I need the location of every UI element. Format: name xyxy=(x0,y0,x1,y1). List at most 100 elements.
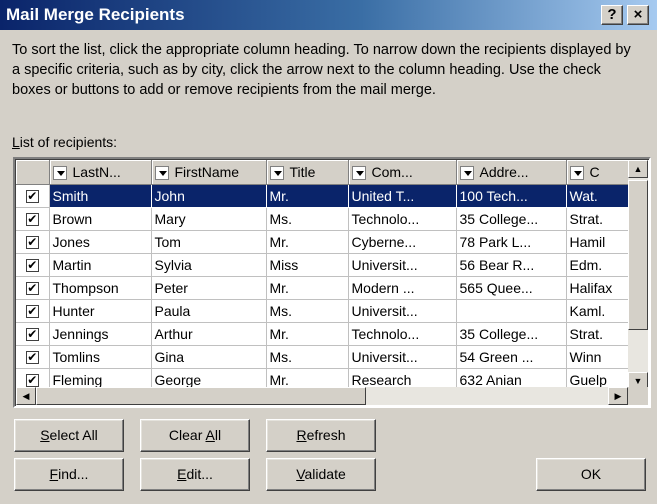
cell-city[interactable]: Edm. xyxy=(566,253,628,277)
cell-title[interactable]: Ms. xyxy=(266,299,349,323)
cell-city[interactable]: Strat. xyxy=(566,322,628,346)
row-checkbox[interactable]: ✔ xyxy=(25,258,39,273)
cell-last-name[interactable]: Smith xyxy=(49,184,152,208)
row-checkbox-cell: ✔ xyxy=(16,207,50,231)
cell-first-name[interactable]: Arthur xyxy=(151,322,267,346)
column-header-company[interactable]: Com... xyxy=(348,160,457,185)
row-checkbox[interactable]: ✔ xyxy=(25,328,39,342)
row-checkbox[interactable]: ✔ xyxy=(25,373,39,388)
row-checkbox[interactable]: ✔ xyxy=(25,213,39,227)
cell-last-name[interactable]: Hunter xyxy=(49,299,152,323)
cell-address[interactable] xyxy=(456,299,567,323)
chevron-down-icon[interactable] xyxy=(154,165,169,180)
cell-first-name[interactable]: Mary xyxy=(151,207,267,231)
table-row[interactable]: ✔ Brown Mary Ms. Technolo... 35 College... Str… xyxy=(16,207,628,231)
refresh-button[interactable]: Refresh xyxy=(266,419,376,452)
table-row[interactable]: ✔ Tomlins Gina Ms. Universit... 54 Green ... W… xyxy=(16,345,628,369)
row-checkbox[interactable]: ✔ xyxy=(25,350,39,365)
table-row[interactable]: ✔ Jones Tom Mr. Cyberne... 78 Park L... Hamil xyxy=(16,230,628,254)
row-checkbox[interactable]: ✔ xyxy=(25,305,39,319)
column-header-city[interactable]: C xyxy=(566,160,628,185)
chevron-down-icon[interactable] xyxy=(569,165,584,180)
table-row[interactable]: ✔ Thompson Peter Mr. Modern ... 565 Quee... Ha… xyxy=(16,276,628,300)
cell-city[interactable]: Strat. xyxy=(566,207,628,231)
cell-last-name[interactable]: Jennings xyxy=(49,322,152,346)
cell-last-name[interactable]: Brown xyxy=(49,207,152,231)
cell-company[interactable]: Technolo... xyxy=(348,207,457,231)
cell-first-name[interactable]: Sylvia xyxy=(151,253,267,277)
cell-first-name[interactable]: Gina xyxy=(151,345,267,369)
ok-button[interactable]: OK xyxy=(536,458,646,491)
cell-company[interactable]: United T... xyxy=(348,184,457,208)
edit-button[interactable]: Edit... xyxy=(140,458,250,491)
check-icon: ✔ xyxy=(27,350,38,365)
row-checkbox[interactable]: ✔ xyxy=(25,236,39,250)
cell-title[interactable]: Ms. xyxy=(266,345,349,369)
cell-city[interactable]: Kaml. xyxy=(566,299,628,323)
column-header-label: FirstName xyxy=(174,163,240,180)
cell-address[interactable]: 35 College... xyxy=(456,322,567,346)
cell-title[interactable]: Mr. xyxy=(266,184,349,208)
recipients-grid[interactable]: LastN... FirstName Title Com... Addre... C ✔ S… xyxy=(13,157,651,408)
help-button[interactable]: ? xyxy=(601,5,623,25)
cell-last-name[interactable]: Jones xyxy=(49,230,152,254)
cell-address[interactable]: 56 Bear R... xyxy=(456,253,567,277)
table-row[interactable]: ✔ Hunter Paula Ms. Universit... Kaml. xyxy=(16,299,628,323)
cell-address[interactable]: 565 Quee... xyxy=(456,276,567,300)
cell-title[interactable]: Mr. xyxy=(266,322,349,346)
cell-first-name[interactable]: Paula xyxy=(151,299,267,323)
cell-company[interactable]: Universit... xyxy=(348,345,457,369)
table-row[interactable]: ✔ Martin Sylvia Miss Universit... 56 Bear R..… xyxy=(16,253,628,277)
column-header-title[interactable]: Title xyxy=(266,160,349,185)
cell-city[interactable]: Wat. xyxy=(566,184,628,208)
chevron-down-icon[interactable] xyxy=(52,165,67,180)
cell-address[interactable]: 54 Green ... xyxy=(456,345,567,369)
column-header-first-name[interactable]: FirstName xyxy=(151,160,267,185)
chevron-down-icon[interactable] xyxy=(459,165,474,180)
cell-city[interactable]: Hamil xyxy=(566,230,628,254)
cell-address[interactable]: 100 Tech... xyxy=(456,184,567,208)
cell-company[interactable]: Universit... xyxy=(348,253,457,277)
find-button[interactable]: Find... xyxy=(14,458,124,491)
chevron-down-icon[interactable] xyxy=(351,165,366,180)
scroll-up-button[interactable]: ▲ xyxy=(628,160,648,178)
close-button[interactable]: × xyxy=(627,5,649,25)
cell-title[interactable]: Mr. xyxy=(266,230,349,254)
check-icon: ✔ xyxy=(27,258,38,273)
scroll-right-button[interactable]: ▶ xyxy=(608,387,628,405)
vertical-scroll-thumb[interactable] xyxy=(628,180,648,330)
cell-company[interactable]: Universit... xyxy=(348,299,457,323)
cell-company[interactable]: Modern ... xyxy=(348,276,457,300)
table-row[interactable]: ✔ Jennings Arthur Mr. Technolo... 35 College.… xyxy=(16,322,628,346)
cell-title[interactable]: Ms. xyxy=(266,207,349,231)
row-checkbox[interactable]: ✔ xyxy=(25,282,39,296)
column-header-last-name[interactable]: LastN... xyxy=(49,160,152,185)
cell-address[interactable]: 78 Park L... xyxy=(456,230,567,254)
chevron-down-icon[interactable] xyxy=(269,165,284,180)
cell-address[interactable]: 35 College... xyxy=(456,207,567,231)
cell-city[interactable]: Winn xyxy=(566,345,628,369)
validate-button[interactable]: Validate xyxy=(266,458,376,491)
select-all-button[interactable]: Select All xyxy=(14,419,124,452)
row-checkbox[interactable]: ✔ xyxy=(25,190,39,204)
cell-last-name[interactable]: Thompson xyxy=(49,276,152,300)
row-checkbox-cell: ✔ xyxy=(16,230,50,254)
table-row[interactable]: ✔ Smith John Mr. United T... 100 Tech... Wat. xyxy=(16,184,628,208)
horizontal-scrollbar[interactable]: ◀ ▶ xyxy=(16,387,628,405)
check-icon: ✔ xyxy=(27,373,38,388)
cell-company[interactable]: Technolo... xyxy=(348,322,457,346)
clear-all-button[interactable]: Clear All xyxy=(140,419,250,452)
column-header-address[interactable]: Addre... xyxy=(456,160,567,185)
cell-last-name[interactable]: Martin xyxy=(49,253,152,277)
cell-city[interactable]: Halifax xyxy=(566,276,628,300)
cell-title[interactable]: Mr. xyxy=(266,276,349,300)
cell-first-name[interactable]: Peter xyxy=(151,276,267,300)
vertical-scrollbar[interactable]: ▲ ▼ xyxy=(628,160,648,390)
cell-last-name[interactable]: Tomlins xyxy=(49,345,152,369)
cell-first-name[interactable]: Tom xyxy=(151,230,267,254)
scroll-left-button[interactable]: ◀ xyxy=(16,387,36,405)
cell-first-name[interactable]: John xyxy=(151,184,267,208)
horizontal-scroll-thumb[interactable] xyxy=(36,387,366,405)
cell-title[interactable]: Miss xyxy=(266,253,349,277)
cell-company[interactable]: Cyberne... xyxy=(348,230,457,254)
